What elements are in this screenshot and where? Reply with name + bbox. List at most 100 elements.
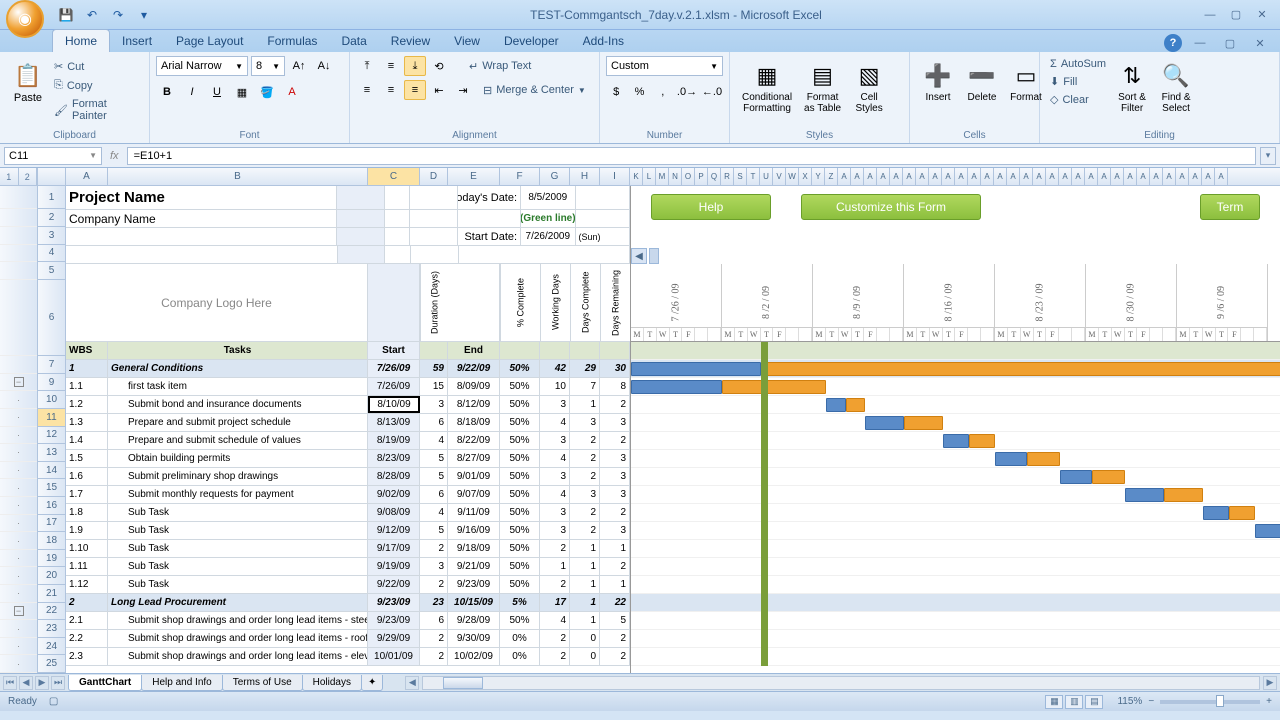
align-right-button[interactable]: ≡: [404, 80, 426, 100]
col-header-narrow[interactable]: O: [682, 168, 695, 185]
col-header-narrow[interactable]: V: [773, 168, 786, 185]
align-top-button[interactable]: ⤒: [356, 56, 378, 76]
format-painter-button[interactable]: 🖌Format Painter: [50, 96, 143, 124]
fill-color-button[interactable]: 🪣: [256, 82, 278, 102]
gantt-scroll-thumb[interactable]: [649, 248, 659, 264]
row-header[interactable]: 10: [38, 391, 65, 409]
border-button[interactable]: ▦: [231, 82, 253, 102]
col-header-narrow[interactable]: A: [1150, 168, 1163, 185]
col-header-c[interactable]: C: [368, 168, 420, 185]
col-header-h[interactable]: H: [570, 168, 600, 185]
new-sheet-button[interactable]: ✦: [361, 675, 383, 691]
italic-button[interactable]: I: [181, 82, 203, 102]
first-sheet-button[interactable]: ⏮: [3, 676, 17, 690]
sheet-tab-help[interactable]: Help and Info: [141, 675, 223, 691]
col-header-narrow[interactable]: A: [1020, 168, 1033, 185]
col-header-a[interactable]: A: [66, 168, 108, 185]
col-header-narrow[interactable]: N: [669, 168, 682, 185]
sheet-tab-ganttchart[interactable]: GanttChart: [68, 675, 142, 691]
col-header-narrow[interactable]: A: [1137, 168, 1150, 185]
col-header-d[interactable]: D: [420, 168, 448, 185]
redo-icon[interactable]: ↷: [108, 6, 128, 24]
sheet-tab-terms[interactable]: Terms of Use: [222, 675, 303, 691]
align-bottom-button[interactable]: ⤓: [404, 56, 426, 76]
macro-record-icon[interactable]: ▢: [49, 696, 58, 707]
col-header-narrow[interactable]: A: [1215, 168, 1228, 185]
autosum-button[interactable]: ΣAutoSum: [1046, 56, 1110, 72]
col-header-narrow[interactable]: A: [838, 168, 851, 185]
col-header-narrow[interactable]: A: [916, 168, 929, 185]
row-header[interactable]: 19: [38, 550, 65, 568]
office-button[interactable]: ◉: [6, 0, 44, 38]
expand-formula-bar-button[interactable]: ▾: [1260, 147, 1276, 165]
col-header-narrow[interactable]: A: [1007, 168, 1020, 185]
row-header[interactable]: 11: [38, 409, 65, 427]
col-header-narrow[interactable]: A: [1059, 168, 1072, 185]
clear-button[interactable]: ◇Clear: [1046, 91, 1110, 108]
col-header-narrow[interactable]: A: [877, 168, 890, 185]
tab-home[interactable]: Home: [52, 29, 110, 52]
sheet-tab-holidays[interactable]: Holidays: [302, 675, 362, 691]
align-left-button[interactable]: ≡: [356, 80, 378, 100]
outline-level-header[interactable]: 12: [0, 168, 38, 185]
scroll-thumb[interactable]: [443, 677, 483, 689]
maximize-button[interactable]: ▢: [1224, 6, 1248, 24]
tab-addins[interactable]: Add-Ins: [571, 30, 636, 52]
select-all-corner[interactable]: [38, 168, 66, 185]
col-header-narrow[interactable]: A: [942, 168, 955, 185]
currency-button[interactable]: $: [606, 82, 626, 102]
font-name-select[interactable]: Arial Narrow▼: [156, 56, 248, 76]
zoom-level[interactable]: 115%: [1117, 696, 1142, 707]
zoom-out-button[interactable]: −: [1148, 696, 1154, 707]
col-header-narrow[interactable]: W: [786, 168, 799, 185]
col-header-narrow[interactable]: A: [1046, 168, 1059, 185]
col-header-narrow[interactable]: A: [929, 168, 942, 185]
orientation-button[interactable]: ⟲: [428, 56, 450, 76]
help-icon[interactable]: ?: [1164, 34, 1182, 52]
col-header-narrow[interactable]: A: [1124, 168, 1137, 185]
gantt-scroll-left-button[interactable]: ◀: [631, 248, 647, 264]
cell-styles-button[interactable]: ▧Cell Styles: [847, 56, 891, 122]
row-header[interactable]: 13: [38, 444, 65, 462]
col-header-narrow[interactable]: Q: [708, 168, 721, 185]
col-header-narrow[interactable]: A: [1202, 168, 1215, 185]
decrease-decimal-button[interactable]: ←.0: [701, 82, 723, 102]
col-header-narrow[interactable]: U: [760, 168, 773, 185]
row-header[interactable]: 14: [38, 462, 65, 480]
paste-button[interactable]: 📋 Paste: [6, 56, 50, 122]
row-header[interactable]: 20: [38, 567, 65, 585]
delete-cells-button[interactable]: ➖Delete: [960, 56, 1004, 122]
percent-button[interactable]: %: [629, 82, 649, 102]
row-header[interactable]: 25: [38, 655, 65, 673]
col-header-narrow[interactable]: A: [851, 168, 864, 185]
col-header-narrow[interactable]: A: [1176, 168, 1189, 185]
row-header[interactable]: 7: [38, 356, 65, 374]
tab-formulas[interactable]: Formulas: [255, 30, 329, 52]
increase-indent-button[interactable]: ⇥: [452, 80, 474, 100]
ribbon-minimize-icon[interactable]: —: [1188, 34, 1212, 52]
page-layout-view-button[interactable]: ▥: [1065, 695, 1083, 709]
insert-cells-button[interactable]: ➕Insert: [916, 56, 960, 122]
row-header[interactable]: 9: [38, 374, 65, 392]
cut-button[interactable]: ✂Cut: [50, 58, 143, 75]
col-header-narrow[interactable]: S: [734, 168, 747, 185]
col-header-g[interactable]: G: [540, 168, 570, 185]
row-header[interactable]: 15: [38, 479, 65, 497]
row-header[interactable]: 5: [38, 262, 65, 280]
minimize-button[interactable]: —: [1198, 6, 1222, 24]
decrease-indent-button[interactable]: ⇤: [428, 80, 450, 100]
col-header-narrow[interactable]: A: [955, 168, 968, 185]
col-header-i[interactable]: I: [600, 168, 630, 185]
row-header[interactable]: 12: [38, 427, 65, 445]
row-header[interactable]: 23: [38, 620, 65, 638]
horizontal-scrollbar[interactable]: ◀ ▶: [402, 676, 1280, 690]
col-header-narrow[interactable]: A: [890, 168, 903, 185]
row-header[interactable]: 24: [38, 638, 65, 656]
conditional-formatting-button[interactable]: ▦Conditional Formatting: [736, 56, 798, 122]
fill-button[interactable]: ⬇Fill: [1046, 73, 1110, 90]
next-sheet-button[interactable]: ▶: [35, 676, 49, 690]
row-header[interactable]: 21: [38, 585, 65, 603]
col-header-b[interactable]: B: [108, 168, 368, 185]
decrease-font-button[interactable]: A↓: [313, 56, 335, 76]
col-header-narrow[interactable]: M: [656, 168, 669, 185]
